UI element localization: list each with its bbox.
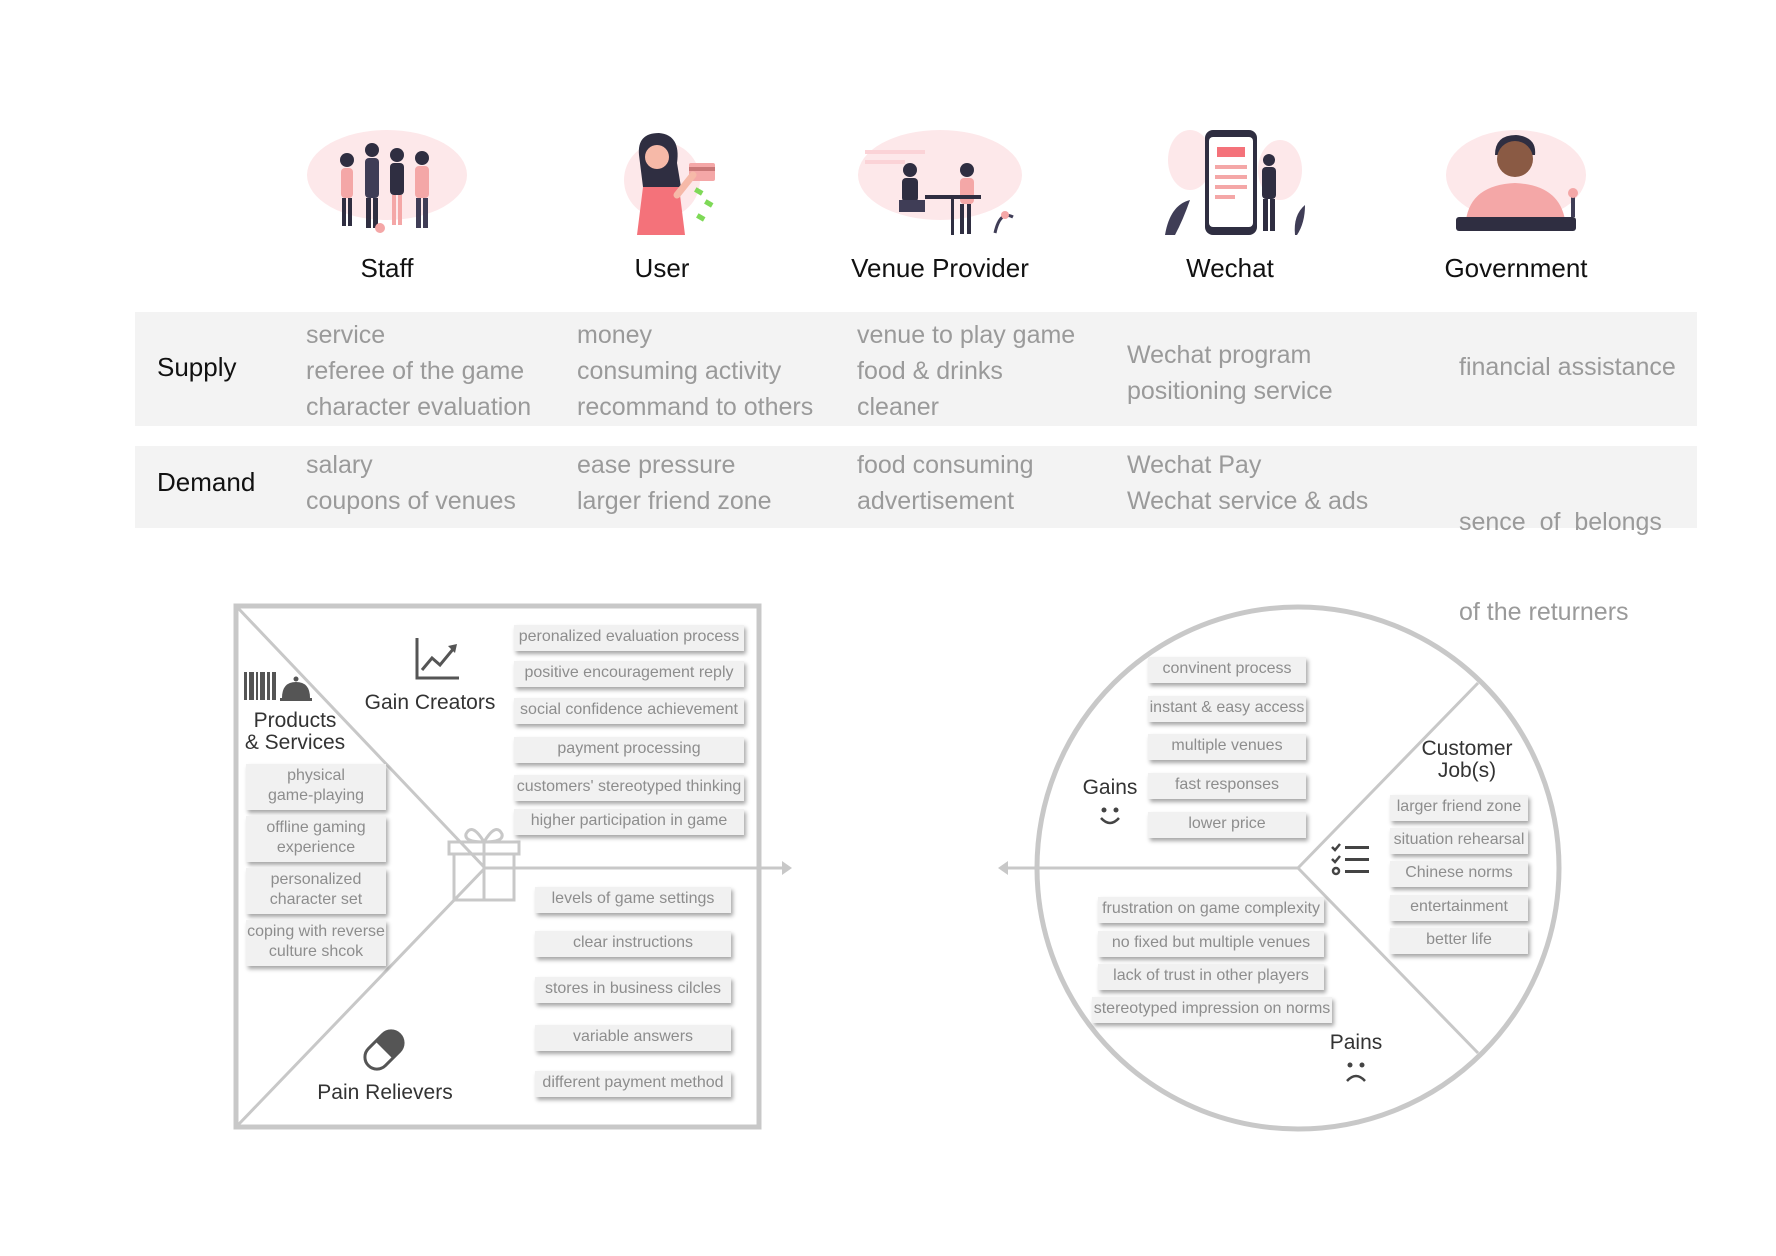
pain-reliever-tag: levels of game settings [535, 887, 731, 913]
gain-tag: lower price [1148, 812, 1306, 838]
label-line: Products [253, 709, 337, 732]
arrow-right-icon [782, 861, 792, 875]
gain-creators-label: Gain Creators [364, 691, 496, 714]
pain-relievers-label: Pain Relievers [317, 1081, 453, 1104]
pill-icon [363, 1029, 405, 1071]
canvas-lines [233, 603, 1562, 1132]
job-tag: better life [1390, 928, 1528, 954]
label-line: Customer [1421, 737, 1513, 760]
gift-icon [447, 828, 521, 902]
pain-reliever-tag: variable answers [535, 1025, 731, 1051]
gain-creator-tag: social confidence achievement [514, 698, 744, 724]
product-tag: physical game-playing [246, 764, 386, 810]
tag-line: character set [269, 891, 363, 908]
product-tag: offline gaming experience [246, 816, 386, 862]
gain-tag: convinent process [1148, 657, 1306, 683]
smile-icon [1100, 807, 1120, 825]
pain-tag: stereotyped impression on norms [1092, 997, 1332, 1023]
barcode-bell-icon [244, 672, 312, 701]
frown-icon [1346, 1062, 1366, 1082]
customer-jobs-label: Customer Job(s) [1402, 738, 1532, 782]
tag-line: coping with reverse [247, 923, 385, 940]
gain-tag: instant & easy access [1148, 696, 1306, 722]
pain-tag: lack of trust in other players [1098, 964, 1324, 990]
job-tag: Chinese norms [1390, 861, 1528, 887]
job-tag: entertainment [1390, 895, 1528, 921]
gain-tag: multiple venues [1148, 734, 1306, 760]
tag-line: offline gaming [266, 819, 366, 836]
gain-creator-tag: positive encouragement reply [514, 661, 744, 687]
job-tag: larger friend zone [1390, 795, 1528, 821]
pain-reliever-tag: different payment method [535, 1071, 731, 1097]
product-tag: coping with reverse culture shcok [246, 920, 386, 966]
tag-line: physical [287, 767, 345, 784]
gain-creator-tag: higher participation in game [514, 809, 744, 835]
product-tag: personalized character set [246, 868, 386, 914]
arrow-left-icon [998, 861, 1008, 875]
tag-line: experience [276, 839, 356, 856]
gain-creator-tag: payment processing [514, 737, 744, 763]
gain-tag: fast responses [1148, 773, 1306, 799]
job-tag: situation rehearsal [1390, 828, 1528, 854]
chart-growth-icon [415, 638, 459, 680]
label-line: Job(s) [1437, 759, 1497, 782]
pains-label: Pains [1329, 1031, 1383, 1054]
tag-line: culture shcok [268, 943, 364, 960]
label-line: & Services [244, 731, 346, 754]
gains-label: Gains [1082, 776, 1138, 799]
pain-tag: frustration on game complexity [1098, 897, 1324, 923]
pain-reliever-tag: stores in business cilcles [535, 977, 731, 1003]
checklist-icon [1331, 843, 1369, 876]
tag-line: personalized [270, 871, 362, 888]
pain-tag: no fixed but multiple venues [1098, 931, 1324, 957]
gain-creator-tag: customers' stereotyped thinking [514, 775, 744, 801]
products-services-label: Products & Services [240, 710, 350, 754]
tag-line: game-playing [267, 787, 365, 804]
pain-reliever-tag: clear instructions [535, 931, 731, 957]
gain-creator-tag: peronalized evaluation process [514, 625, 744, 651]
